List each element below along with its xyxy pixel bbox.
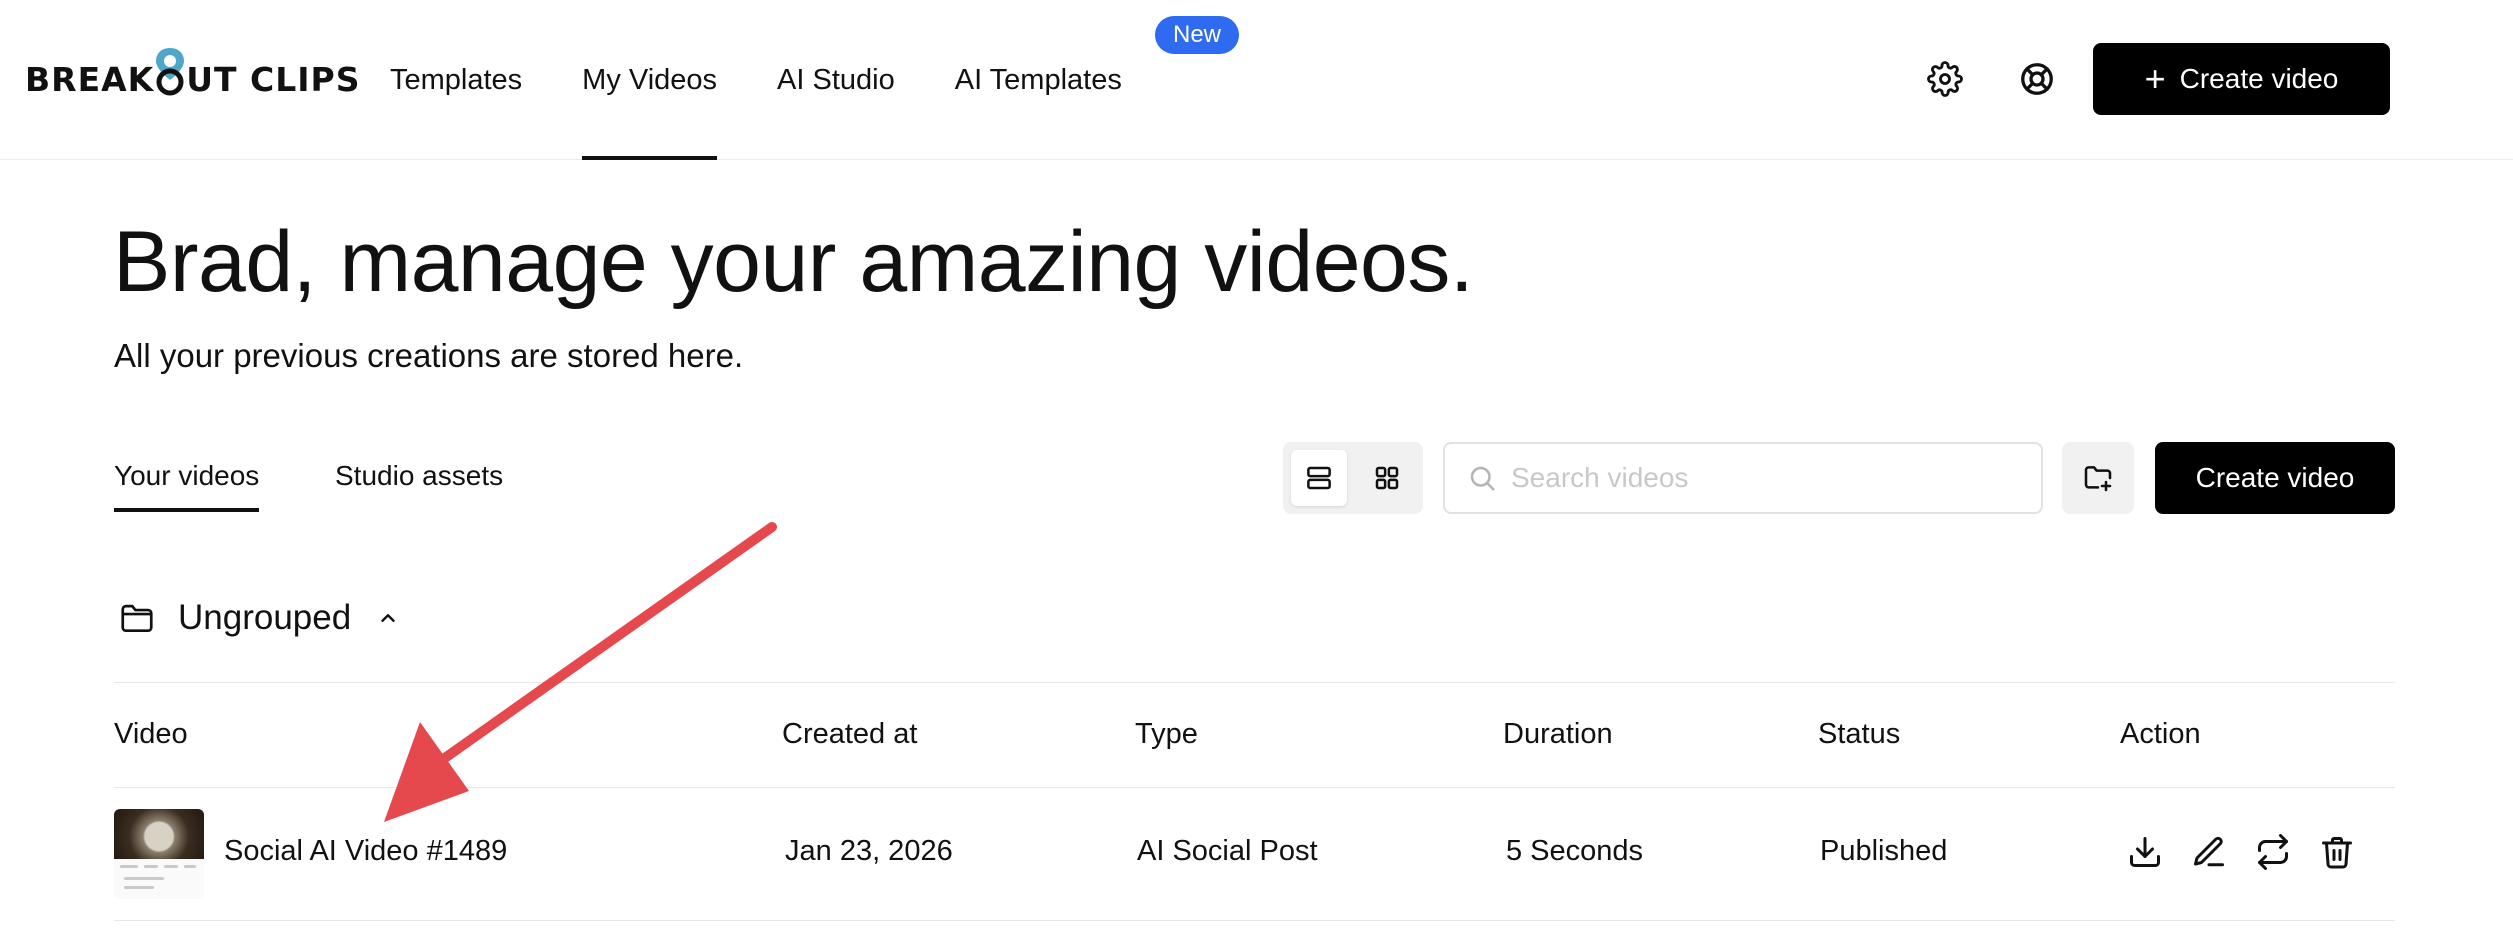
- page-subtitle: All your previous creations are stored h…: [114, 337, 744, 374]
- logo-text-left: BREAK: [25, 59, 155, 99]
- group-toggle[interactable]: Ungrouped: [118, 593, 399, 643]
- new-folder-button[interactable]: [2062, 442, 2134, 514]
- tab-studio-assets[interactable]: Studio assets: [335, 460, 503, 512]
- nav-ai-studio[interactable]: AI Studio: [777, 0, 895, 160]
- view-toggle: [1283, 442, 1423, 514]
- table-header-divider: [114, 787, 2395, 788]
- folder-icon: [121, 604, 153, 633]
- video-title[interactable]: Social AI Video #1489: [224, 835, 507, 868]
- folder-plus-icon: [2084, 466, 2112, 492]
- settings-gear-icon[interactable]: [1924, 58, 1966, 100]
- new-badge: New: [1155, 16, 1240, 54]
- search-icon: [1470, 466, 1495, 491]
- type-value: AI Social Post: [1137, 835, 1318, 867]
- created-at-value: Jan 23, 2026: [785, 835, 953, 867]
- search-box: [1443, 442, 2043, 514]
- main-nav: Templates My Videos AI Studio AI Templat…: [390, 0, 1182, 160]
- grid-view-button[interactable]: [1359, 450, 1415, 506]
- nav-templates[interactable]: Templates: [390, 0, 522, 160]
- column-header-action: Action: [2120, 718, 2201, 750]
- list-view-icon: [1307, 466, 1331, 490]
- download-icon[interactable]: [2124, 831, 2166, 873]
- create-video-button[interactable]: Create video: [2155, 442, 2395, 514]
- list-view-button[interactable]: [1291, 450, 1347, 506]
- column-header-status: Status: [1818, 718, 1901, 750]
- nav-ai-templates[interactable]: AI Templates: [955, 0, 1122, 160]
- page-title: Brad, manage your amazing videos.: [113, 214, 1474, 310]
- column-header-type: Type: [1135, 718, 1198, 750]
- video-thumbnail[interactable]: [114, 809, 204, 899]
- duration-value: 5 Seconds: [1506, 835, 1644, 867]
- chevron-up-icon: [381, 614, 395, 622]
- group-divider: [114, 682, 2395, 683]
- plus-icon: +: [2144, 58, 2166, 99]
- create-video-header-label: Create video: [2179, 63, 2339, 94]
- nav-my-videos[interactable]: My Videos: [582, 0, 717, 160]
- table-row-divider: [114, 920, 2395, 921]
- refresh-icon[interactable]: [2252, 831, 2294, 873]
- group-name: Ungrouped: [178, 598, 352, 637]
- logo-pin-icon: [155, 48, 185, 96]
- column-header-created-at: Created at: [782, 718, 918, 750]
- edit-pen-icon[interactable]: [2188, 831, 2230, 873]
- column-header-duration: Duration: [1503, 718, 1613, 750]
- trash-icon[interactable]: [2316, 831, 2358, 873]
- search-input[interactable]: [1511, 462, 2031, 494]
- status-value: Published: [1820, 835, 1948, 867]
- top-header: BREAK UT CLIPS Templates My Videos AI St…: [0, 0, 2513, 160]
- create-video-header-button[interactable]: + Create video: [2093, 43, 2390, 115]
- brand-logo[interactable]: BREAK UT CLIPS: [25, 48, 361, 102]
- column-header-video: Video: [114, 718, 188, 750]
- grid-view-icon: [1375, 466, 1399, 490]
- tab-your-videos[interactable]: Your videos: [114, 460, 260, 512]
- logo-text-right: UT CLIPS: [186, 59, 361, 99]
- help-lifebuoy-icon[interactable]: [2016, 58, 2058, 100]
